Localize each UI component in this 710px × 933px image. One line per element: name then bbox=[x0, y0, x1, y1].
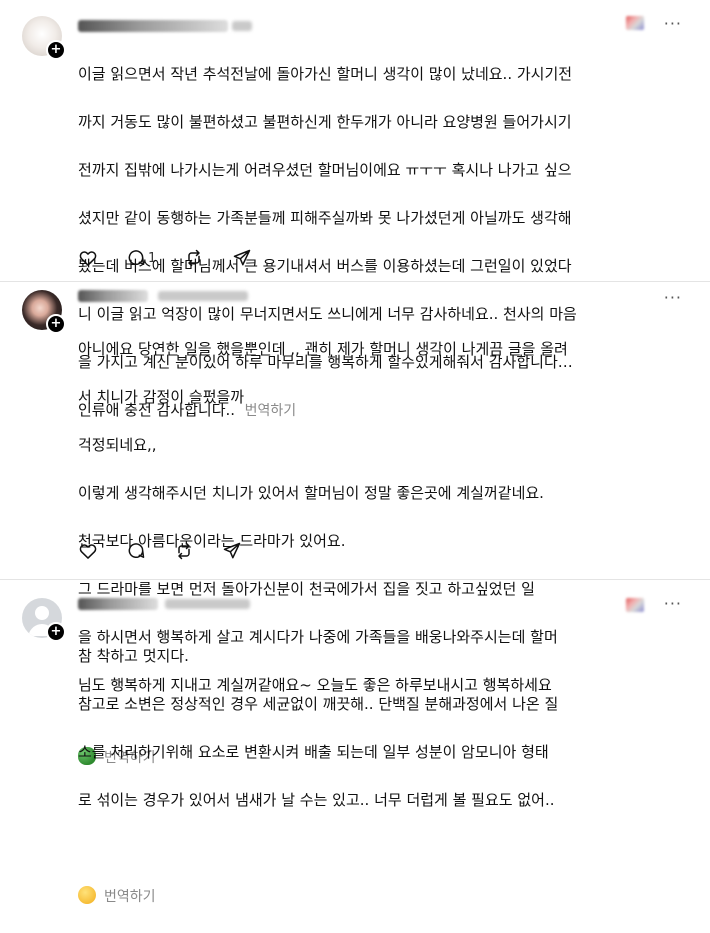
comment-icon bbox=[128, 250, 145, 266]
post-line: 소를 처리하기위해 요소로 변환시켜 배출 되는데 일부 성분이 암모니아 형태 bbox=[78, 743, 549, 761]
post-line: 그 드라마를 보면 먼저 돌아가신분이 천국에가서 집을 짓고 하고싶었던 일 bbox=[78, 580, 535, 598]
share-icon bbox=[223, 542, 241, 559]
more-options-icon[interactable]: ··· bbox=[664, 288, 682, 307]
share-icon bbox=[234, 249, 251, 266]
smile-emoji bbox=[78, 886, 96, 904]
timestamp-blurred bbox=[158, 291, 248, 301]
timestamp-blurred bbox=[232, 21, 252, 31]
divider bbox=[0, 281, 710, 282]
post-line: 전까지 집밖에 나가시는게 어려우셨던 할머님이에요 ㅠㅜㅜ 혹시나 나가고 싶… bbox=[78, 161, 572, 179]
post-line: 참 착하고 멋지다. bbox=[78, 647, 189, 665]
share-button[interactable] bbox=[222, 541, 242, 561]
username-blurred[interactable] bbox=[78, 20, 228, 32]
like-button[interactable] bbox=[78, 248, 98, 268]
post-line: 참고로 소변은 정상적인 경우 세균없이 깨끗해.. 단백질 분해과정에서 나온… bbox=[78, 695, 559, 713]
follow-plus-icon[interactable]: + bbox=[46, 40, 66, 60]
divider bbox=[0, 579, 710, 580]
heart-icon bbox=[79, 544, 97, 559]
post-line: 이렇게 생각해주시던 치니가 있어서 할머님이 정말 좋은곳에 계실꺼같네요. bbox=[78, 484, 544, 502]
post-line: 로 섞이는 경우가 있어서 냄새가 날 수는 있고.. 너무 더럽게 볼 필요도… bbox=[78, 791, 555, 809]
translate-link[interactable]: 번역하기 bbox=[104, 889, 156, 905]
username-blurred[interactable] bbox=[78, 598, 158, 610]
reply-count: 1 bbox=[148, 250, 157, 266]
flag-icon bbox=[626, 598, 644, 612]
post-line: 아니에요 당연한 일을 했을뿐인데 ,, 괜히 제가 할머니 생각이 나게끔 글… bbox=[78, 340, 568, 358]
repost-icon bbox=[188, 249, 201, 267]
repost-icon bbox=[178, 542, 190, 560]
post-line: 까지 거동도 많이 불편하셨고 불편하신게 한두개가 아니라 요양병원 들어가시… bbox=[78, 113, 572, 131]
reply-button[interactable]: 1 bbox=[126, 248, 156, 268]
post-body: 참 착하고 멋지다. 참고로 소변은 정상적인 경우 세균없이 깨끗해.. 단백… bbox=[78, 620, 688, 933]
post-line: 이글 읽으면서 작년 추석전날에 돌아가신 할머니 생각이 많이 났네요.. 가… bbox=[78, 65, 573, 83]
reply-button[interactable] bbox=[126, 541, 146, 561]
translate-row: 번역하기 bbox=[78, 860, 688, 909]
more-options-icon[interactable]: ··· bbox=[664, 14, 682, 33]
repost-button[interactable] bbox=[184, 248, 204, 268]
timestamp-blurred bbox=[165, 599, 250, 609]
follow-plus-icon[interactable]: + bbox=[46, 622, 66, 642]
flag-icon bbox=[626, 16, 644, 30]
action-bar: 1 bbox=[78, 246, 280, 270]
post-line: 서 치니가 감정이 슬펐을까 bbox=[78, 388, 245, 406]
share-button[interactable] bbox=[232, 248, 252, 268]
action-bar bbox=[78, 539, 270, 563]
username-blurred[interactable] bbox=[78, 290, 148, 302]
repost-button[interactable] bbox=[174, 541, 194, 561]
comment-icon bbox=[128, 543, 145, 559]
heart-icon bbox=[79, 251, 97, 266]
post-line: 걱정되네요,, bbox=[78, 436, 157, 454]
like-button[interactable] bbox=[78, 541, 98, 561]
follow-plus-icon[interactable]: + bbox=[46, 314, 66, 334]
more-options-icon[interactable]: ··· bbox=[664, 594, 682, 613]
post-line: 셨지만 같이 동행하는 가족분들께 피해주실까봐 못 나가셨던게 아닐까도 생각… bbox=[78, 209, 572, 227]
